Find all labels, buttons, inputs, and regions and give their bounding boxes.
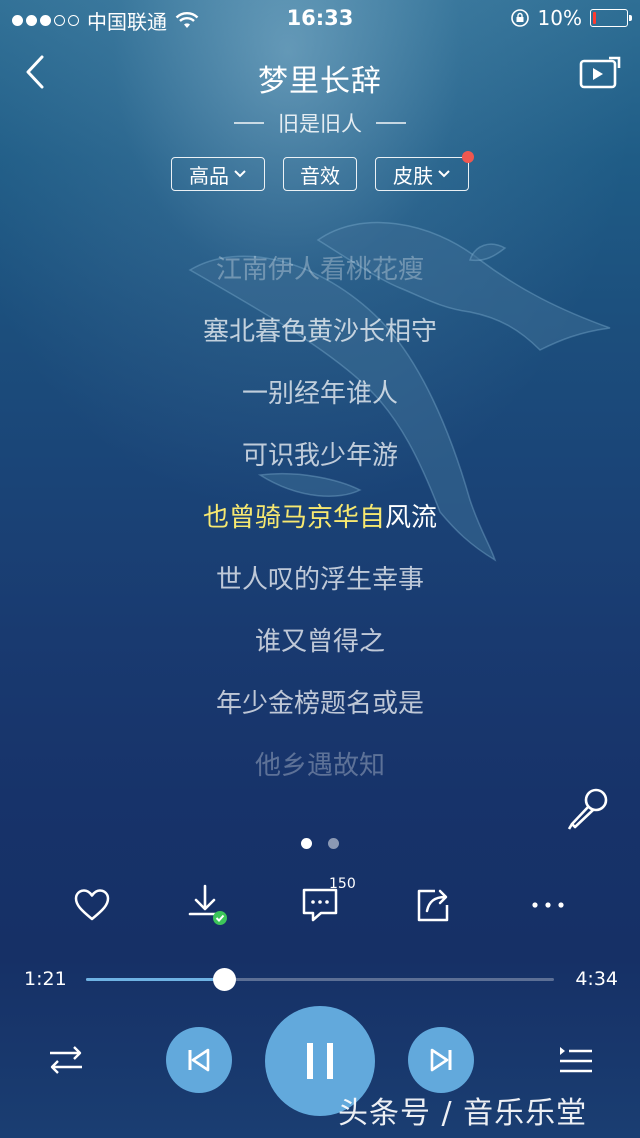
song-title: 梦里长辞 <box>258 64 382 99</box>
page-dot <box>301 838 312 849</box>
lyrics-panel[interactable]: 江南伊人看桃花瘦 塞北暮色黄沙长相守 一别经年谁人 可识我少年游 也曾骑马京华自… <box>0 248 640 806</box>
watermark-text: 头条号 / 音乐乐堂 <box>338 1096 588 1131</box>
current-time: 1:21 <box>24 968 67 990</box>
divider-left <box>234 122 264 124</box>
play-mode-button[interactable] <box>44 1040 88 1080</box>
more-button[interactable] <box>523 880 573 930</box>
lyric-line: 世人叹的浮生幸事 <box>215 565 424 595</box>
pause-icon <box>307 1043 333 1079</box>
battery-level <box>593 12 597 24</box>
playlist-button[interactable] <box>554 1040 598 1080</box>
lyric-line: 江南伊人看桃花瘦 <box>215 255 424 285</box>
download-button[interactable] <box>180 880 230 930</box>
lyric-unsung-part: 风流 <box>385 503 438 533</box>
lyric-line: 他乡遇故知 <box>254 751 385 781</box>
lyric-sung-part: 也曾骑马京华自 <box>202 503 385 533</box>
battery-icon <box>590 9 632 27</box>
skin-button[interactable]: 皮肤 <box>375 151 474 191</box>
chevron-down-icon <box>234 170 246 178</box>
skin-label: 皮肤 <box>393 163 433 188</box>
next-button[interactable] <box>408 1027 474 1093</box>
lyric-line: 可识我少年游 <box>241 441 398 471</box>
lyric-line: 一别经年谁人 <box>241 379 398 409</box>
karaoke-button[interactable] <box>566 786 612 832</box>
progress-thumb[interactable] <box>213 968 237 991</box>
like-button[interactable] <box>67 880 117 930</box>
progress-bar[interactable] <box>86 968 554 991</box>
cast-video-icon <box>579 56 621 89</box>
sound-effect-button[interactable]: 音效 <box>283 157 357 191</box>
shuffle-icon <box>50 1046 82 1074</box>
lyric-line: 塞北暮色黄沙长相守 <box>202 317 437 347</box>
microphone-icon <box>567 788 608 830</box>
comment-count: 150 <box>329 876 356 892</box>
lyric-line-current: 也曾骑马京华自风流 <box>0 496 640 558</box>
heart-icon <box>74 889 110 921</box>
rotation-lock-icon <box>510 9 529 27</box>
battery-percent: 10% <box>537 6 582 30</box>
status-bar: 中国联通 16:33 10% <box>0 0 640 36</box>
status-right: 10% <box>510 6 632 30</box>
quality-label: 高品 <box>189 163 229 188</box>
total-time: 4:34 <box>575 968 618 990</box>
progress-fill <box>86 978 225 981</box>
options-row: 高品 音效 皮肤 <box>0 151 640 191</box>
previous-track-icon <box>188 1048 210 1072</box>
sound-effect-label: 音效 <box>300 163 340 188</box>
page-indicator <box>0 838 640 849</box>
previous-button[interactable] <box>166 1027 232 1093</box>
share-button[interactable] <box>408 880 458 930</box>
divider-right <box>376 122 406 124</box>
lyric-line: 谁又曾得之 <box>254 627 385 657</box>
new-badge-dot <box>462 151 474 163</box>
chevron-down-icon <box>438 170 450 178</box>
artist-row: 旧是旧人 <box>0 108 640 138</box>
download-icon <box>188 884 227 925</box>
next-track-icon <box>430 1048 452 1072</box>
playlist-icon <box>560 1047 592 1073</box>
more-dots-icon <box>532 902 564 908</box>
lyric-line: 年少金榜题名或是 <box>215 689 424 719</box>
artist-name[interactable]: 旧是旧人 <box>278 108 362 138</box>
share-icon <box>417 889 449 922</box>
action-row <box>0 880 640 930</box>
cast-button[interactable] <box>578 56 622 92</box>
quality-button[interactable]: 高品 <box>171 157 265 191</box>
page-dot <box>328 838 339 849</box>
